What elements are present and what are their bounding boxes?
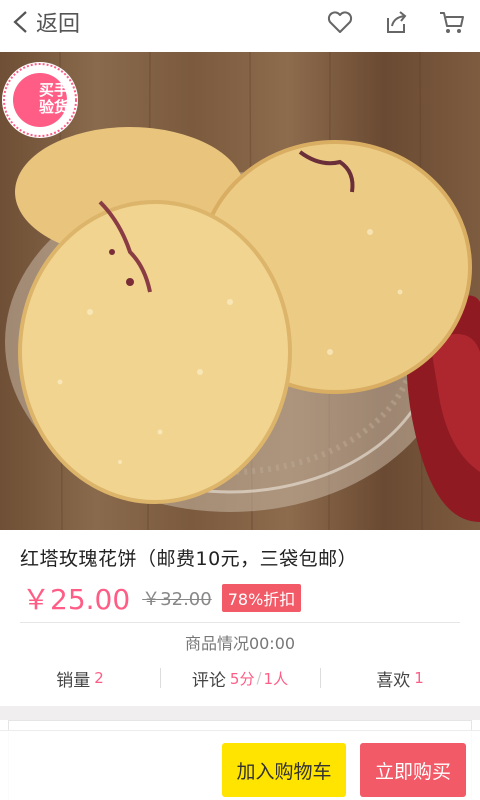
price-row: ￥25.00 ￥32.00 78%折扣 — [22, 578, 302, 618]
divider — [20, 622, 460, 623]
sales-label: 销量 — [56, 670, 91, 691]
likes-value: 1 — [414, 669, 424, 687]
badge-line1: 买手 — [38, 81, 69, 99]
badge-line2: 验货 — [38, 98, 69, 116]
likes-label: 喜欢 — [376, 670, 411, 691]
heart-icon — [327, 11, 353, 33]
back-button[interactable]: 返回 — [0, 0, 80, 44]
reviews-count: 1人 — [263, 669, 289, 688]
badge-label: 买手 验货 — [14, 82, 94, 116]
chevron-left-icon — [13, 11, 27, 33]
header-actions — [312, 0, 480, 44]
favorite-button[interactable] — [312, 0, 368, 44]
add-to-cart-button[interactable]: 加入购物车 — [222, 743, 346, 797]
product-title: 红塔玫瑰花饼（邮费10元，三袋包邮） — [20, 548, 358, 570]
current-price: ￥25.00 — [22, 583, 131, 616]
product-photo[interactable]: 买手 验货 — [0, 52, 480, 530]
top-bar: 返回 — [0, 0, 480, 44]
sales-value: 2 — [94, 669, 104, 687]
cart-icon — [440, 12, 464, 33]
reviews-label: 评论 — [191, 670, 226, 691]
product-detail-screen: 返回 买手 验货 红塔玫瑰花饼（邮费10元，三袋包邮） ￥25.00 ￥32.0… — [0, 0, 480, 800]
discount-badge: 78%折扣 — [221, 584, 302, 612]
product-status: 商品情况00:00 — [184, 634, 296, 653]
stats-row: 销量 2 评论 5分 / 1人 喜欢 1 — [0, 662, 480, 694]
stat-likes: 喜欢 1 — [320, 662, 480, 694]
section-gap — [0, 706, 480, 720]
reviews-separator: / — [256, 669, 262, 687]
original-price: ￥32.00 — [142, 589, 212, 610]
bottom-action-bar: 加入购物车 立即购买 — [0, 730, 480, 800]
reviews-score: 5分 — [229, 669, 255, 688]
buy-now-button[interactable]: 立即购买 — [360, 743, 466, 797]
stat-sales: 销量 2 — [0, 662, 160, 694]
share-button[interactable] — [368, 0, 424, 44]
back-label: 返回 — [36, 12, 81, 37]
cart-button[interactable] — [424, 0, 480, 44]
stat-reviews[interactable]: 评论 5分 / 1人 — [160, 662, 320, 694]
share-icon — [387, 11, 407, 33]
